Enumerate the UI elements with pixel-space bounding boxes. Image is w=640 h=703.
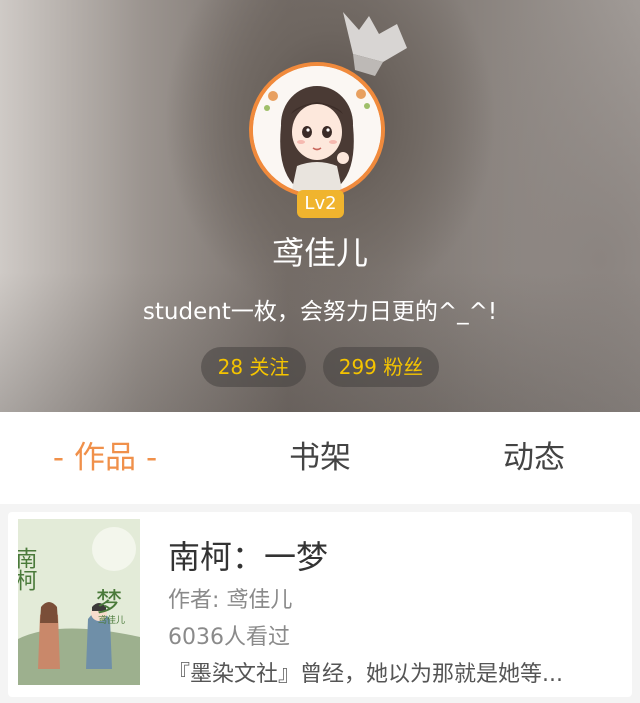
tab-bookshelf[interactable]: 书架 <box>260 412 380 504</box>
tab-works-label: 作品 <box>74 440 136 476</box>
book-view-count: 6036人看过 <box>168 625 290 650</box>
cover-title-sub: 梦 <box>96 588 122 618</box>
following-count-button[interactable]: 28 关注 <box>201 347 306 387</box>
book-cover[interactable]: 南柯 梦 鸢佳儿 <box>18 519 140 685</box>
cover-author: 鸢佳儿 <box>98 614 125 626</box>
avatar[interactable] <box>249 62 385 198</box>
level-badge: Lv2 <box>297 190 344 218</box>
tab-active-indicator-right: - <box>146 440 158 476</box>
book-author: 作者: 鸢佳儿 <box>168 588 293 613</box>
username: 鸢佳儿 <box>271 234 368 272</box>
avatar-illustration <box>253 66 381 194</box>
user-bio: student一枚，会努力日更的^_^! <box>142 299 498 325</box>
tab-works[interactable]: - 作品 - <box>30 412 180 504</box>
fans-count-button[interactable]: 299 粉丝 <box>323 347 439 387</box>
cover-title-main: 南柯 <box>18 547 38 591</box>
book-title: 南柯：一梦 <box>168 538 329 576</box>
book-card[interactable]: 南柯 梦 鸢佳儿 南柯：一梦 作者: 鸢佳儿 6036人看过 『墨染文社』曾经，… <box>8 512 632 697</box>
book-intro: 『墨染文社』曾经，她以为那就是她等... <box>168 662 563 687</box>
book-cover-art: 南柯 梦 鸢佳儿 <box>18 519 140 685</box>
profile-header: Lv2 鸢佳儿 student一枚，会努力日更的^_^! 28 关注 299 粉… <box>0 0 640 412</box>
tab-activity[interactable]: 动态 <box>474 412 594 504</box>
profile-tabs: - 作品 - 书架 动态 <box>0 412 640 504</box>
tab-active-indicator-left: - <box>52 440 64 476</box>
